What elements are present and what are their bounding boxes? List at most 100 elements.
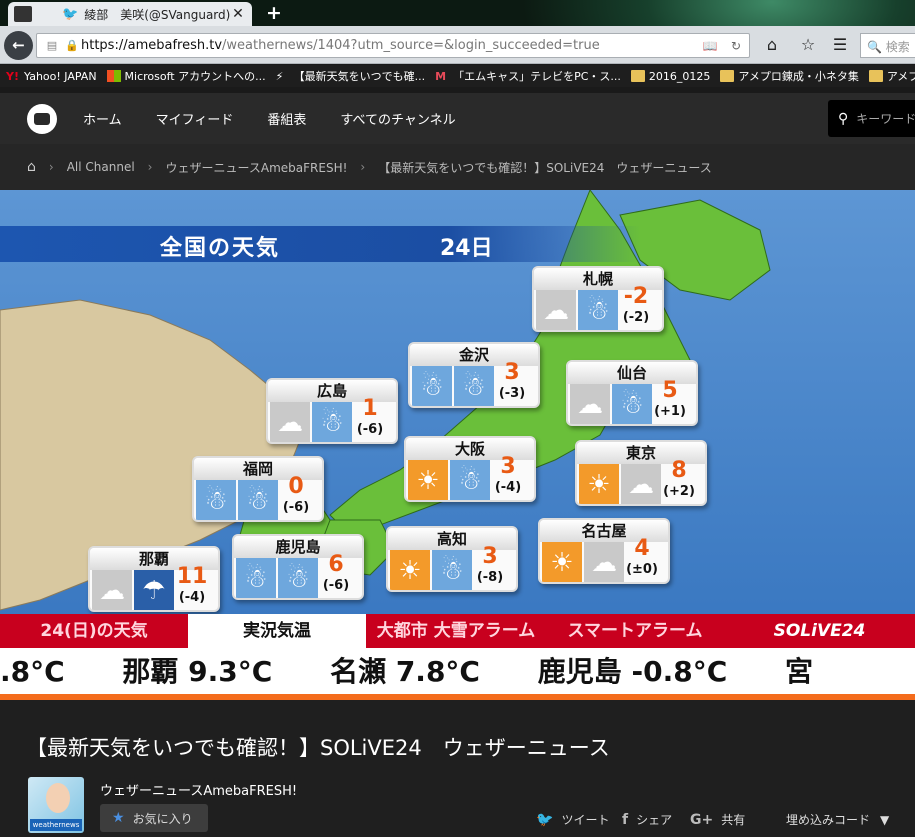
bookmark-weather[interactable]: ⚡ 【最新天気をいつでも確... bbox=[276, 68, 426, 84]
snow-icon: ☃ bbox=[450, 460, 490, 500]
cloud-glyph: ☁ bbox=[543, 296, 569, 326]
cloud-icon: ☁ bbox=[92, 570, 132, 610]
bookmark-folder-ameblo-tips[interactable]: アメプロ錬成・小ネタ集 bbox=[720, 68, 859, 84]
city-card: 金沢 ☃ ☃ 3 (-3) bbox=[408, 342, 540, 408]
facebook-share-button[interactable]: f シェア bbox=[622, 811, 672, 828]
bookmark-label: アメプロ錬成・小ネタ集 bbox=[738, 70, 859, 83]
nav-home[interactable]: ホーム bbox=[83, 109, 122, 128]
city-temp-diff: (-6) bbox=[282, 500, 310, 515]
search-placeholder: 検索 bbox=[885, 40, 910, 54]
favorite-button[interactable]: ★ お気に入り bbox=[100, 804, 208, 832]
cloud-glyph: ☁ bbox=[628, 470, 654, 500]
cloud-glyph: ☁ bbox=[577, 390, 603, 420]
snow-glyph: ☃ bbox=[586, 296, 610, 326]
cloud-glyph: ☁ bbox=[277, 408, 303, 438]
bookmark-mcas[interactable]: M 「エムキャス」テレビをPC・ス... bbox=[435, 68, 621, 84]
twitter-icon: 🐦 bbox=[536, 811, 554, 828]
nav-schedule[interactable]: 番組表 bbox=[267, 109, 306, 128]
home-icon[interactable]: ⌂ bbox=[760, 34, 784, 56]
sun-icon: ☀ bbox=[408, 460, 448, 500]
reading-list-icon[interactable]: ☰ bbox=[828, 34, 852, 56]
new-tab-button[interactable]: + bbox=[266, 2, 282, 24]
cloud-icon: ☁ bbox=[570, 384, 610, 424]
city-temp-diff: (-4) bbox=[494, 480, 522, 495]
reload-icon[interactable]: ↻ bbox=[723, 39, 749, 53]
ticker-item: 那覇 9.3°C bbox=[122, 655, 273, 688]
address-bar[interactable]: ▤ 🔒 https://amebafresh.tv /weathernews/1… bbox=[36, 33, 750, 58]
bookmark-label: アメプロカスタマイズ関連 bbox=[886, 70, 915, 83]
cloud-icon: ☁ bbox=[584, 542, 624, 582]
browser-tab[interactable]: 🐦 綾部 美咲(@SVanguard)... ✕ bbox=[8, 2, 252, 26]
cloud-icon: ☁ bbox=[270, 402, 310, 442]
nav-all-channels[interactable]: すべてのチャンネル bbox=[340, 109, 455, 128]
city-temperature: 3 bbox=[504, 360, 520, 385]
tweet-button[interactable]: 🐦 ツイート bbox=[536, 811, 609, 828]
sun-glyph: ☀ bbox=[416, 466, 440, 496]
city-card: 東京 ☀ ☁ 8 (+2) bbox=[575, 440, 707, 506]
city-card: 仙台 ☁ ☃ 5 (+1) bbox=[566, 360, 698, 426]
ticker-item: .8°C bbox=[0, 655, 65, 688]
city-card: 鹿児島 ☃ ☃ 6 (-6) bbox=[232, 534, 364, 600]
reader-view-icon[interactable]: 📖 bbox=[697, 39, 723, 53]
cloud-icon: ☁ bbox=[536, 290, 576, 330]
channel-avatar[interactable]: weathernews bbox=[28, 777, 84, 833]
tab-current-temp: 実況気温 bbox=[188, 614, 366, 648]
city-temperature: 3 bbox=[482, 544, 498, 569]
app-menu-icon[interactable] bbox=[14, 6, 32, 22]
facebook-share-label: シェア bbox=[636, 813, 673, 827]
city-card: 那覇 ☁ ☂ 11 (-4) bbox=[88, 546, 220, 612]
tab-close-icon[interactable]: ✕ bbox=[230, 6, 246, 22]
snow-glyph: ☃ bbox=[462, 372, 486, 402]
ticker-item: 鹿児島 -0.8°C bbox=[537, 655, 728, 688]
home-icon[interactable]: ⌂ bbox=[27, 159, 36, 175]
snow-icon: ☃ bbox=[432, 550, 472, 590]
back-button[interactable]: ← bbox=[4, 31, 33, 60]
city-temp-diff: (-6) bbox=[322, 578, 350, 593]
bookmark-microsoft[interactable]: Microsoft アカウントへの... bbox=[106, 68, 266, 84]
bookmark-label: 「エムキャス」テレビをPC・ス... bbox=[453, 70, 621, 83]
gplus-share-button[interactable]: G+ 共有 bbox=[690, 811, 745, 828]
bookmark-star-icon[interactable]: ☆ bbox=[796, 34, 820, 56]
snow-glyph: ☃ bbox=[286, 564, 310, 594]
city-card: 大阪 ☀ ☃ 3 (-4) bbox=[404, 436, 536, 502]
breadcrumb-channel[interactable]: ウェザーニュースAmebaFRESH! bbox=[165, 159, 347, 176]
snow-glyph: ☃ bbox=[420, 372, 444, 402]
cloud-glyph: ☁ bbox=[591, 548, 617, 578]
ticker-item: 宮 bbox=[785, 655, 814, 688]
channel-name-link[interactable]: ウェザーニュースAmebaFRESH! bbox=[100, 780, 297, 799]
snow-icon: ☃ bbox=[578, 290, 618, 330]
city-temperature: 11 bbox=[176, 564, 208, 589]
city-temperature: 5 bbox=[662, 378, 678, 403]
cloud-icon: ☁ bbox=[621, 464, 661, 504]
nav-my-feed[interactable]: マイフィード bbox=[156, 109, 234, 128]
snow-glyph: ☃ bbox=[440, 556, 464, 586]
map-title: 全国の天気 bbox=[160, 236, 281, 261]
channel-thumb-label: weathernews bbox=[30, 819, 82, 831]
breadcrumb-current: 【最新天気をいつでも確認！】SOLiVE24 ウェザーニュース bbox=[378, 160, 712, 175]
breadcrumb-all-channel[interactable]: All Channel bbox=[67, 160, 135, 174]
chevron-right-icon: › bbox=[147, 160, 153, 174]
temperature-ticker: .8°C 那覇 9.3°C 名瀬 7.8°C 鹿児島 -0.8°C 宮 bbox=[0, 648, 915, 696]
site-logo[interactable] bbox=[27, 103, 57, 134]
site-header: ホーム マイフィード 番組表 すべてのチャンネル ⚲ キーワード bbox=[0, 93, 915, 144]
browser-search-input[interactable]: 🔍 検索 bbox=[860, 33, 915, 58]
folder-icon bbox=[868, 70, 883, 82]
bookmark-folder-2016[interactable]: 2016_0125 bbox=[630, 70, 710, 83]
folder-icon bbox=[630, 70, 645, 82]
bookmark-folder-ameblo-custom[interactable]: アメプロカスタマイズ関連 bbox=[868, 68, 915, 84]
snow-glyph: ☃ bbox=[204, 486, 228, 516]
site-search-input[interactable]: ⚲ キーワード bbox=[828, 100, 915, 137]
embed-code-button[interactable]: 埋め込みコード ▼ bbox=[786, 811, 889, 828]
solive24-logo: SOLiVE24 bbox=[773, 621, 866, 641]
video-player[interactable]: 全国の天気 24日 札幌 ☁ ☃ -2 (-2) 金沢 ☃ ☃ 3 (-3) 広島 ☁ ☃ 1 (-6) 仙台… bbox=[0, 190, 915, 700]
google-plus-icon: G+ bbox=[690, 811, 714, 828]
city-temp-diff: (-2) bbox=[622, 310, 650, 325]
snow-icon: ☃ bbox=[412, 366, 452, 406]
lock-icon[interactable]: 🔒 bbox=[63, 39, 81, 52]
bookmark-yahoo[interactable]: Y! Yahoo! JAPAN bbox=[6, 70, 97, 84]
city-card: 広島 ☁ ☃ 1 (-6) bbox=[266, 378, 398, 444]
city-card: 名古屋 ☀ ☁ 4 (±0) bbox=[538, 518, 670, 584]
city-temperature: -2 bbox=[623, 284, 649, 309]
city-temp-diff: (+1) bbox=[654, 404, 686, 419]
city-temp-diff: (-4) bbox=[178, 590, 206, 605]
